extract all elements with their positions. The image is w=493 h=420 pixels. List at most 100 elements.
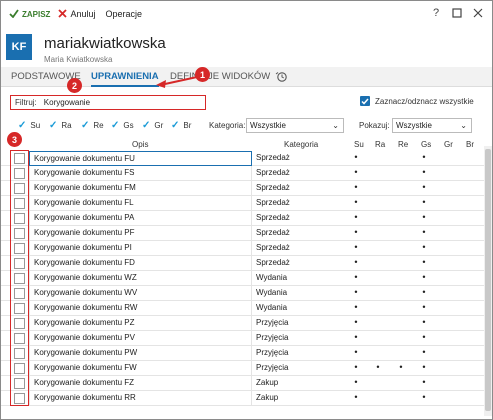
table-row[interactable]: Korygowanie dokumentu PI Sprzedaż • •: [1, 241, 484, 256]
cell-su[interactable]: •: [351, 226, 361, 241]
column-header-opis[interactable]: Opis: [132, 140, 148, 149]
save-button[interactable]: ZAPISZ: [9, 4, 50, 24]
cell-gr[interactable]: [442, 151, 452, 166]
operations-menu[interactable]: Operacje: [105, 4, 142, 24]
cell-gr[interactable]: [442, 361, 452, 376]
cell-gs[interactable]: •: [419, 286, 429, 301]
row-checkbox[interactable]: [14, 378, 25, 389]
cancel-button[interactable]: Anuluj: [58, 4, 95, 24]
table-row[interactable]: Korygowanie dokumentu RW Wydania • •: [1, 301, 484, 316]
cell-opis[interactable]: Korygowanie dokumentu PZ: [29, 316, 252, 331]
cell-gr[interactable]: [442, 331, 452, 346]
column-header-gs[interactable]: Gs: [421, 140, 431, 149]
cell-gr[interactable]: [442, 316, 452, 331]
cell-br[interactable]: [464, 346, 474, 361]
cell-su[interactable]: •: [351, 271, 361, 286]
cell-ra[interactable]: [373, 196, 383, 211]
row-checkbox[interactable]: [14, 393, 25, 404]
table-row[interactable]: Korygowanie dokumentu FW Przyjęcia • • • •: [1, 361, 484, 376]
column-header-gr[interactable]: Gr: [444, 140, 453, 149]
cell-gr[interactable]: [442, 376, 452, 391]
cell-su[interactable]: •: [351, 166, 361, 181]
cell-ra[interactable]: [373, 226, 383, 241]
cell-gr[interactable]: [442, 166, 452, 181]
table-row[interactable]: Korygowanie dokumentu PW Przyjęcia • •: [1, 346, 484, 361]
table-row[interactable]: Korygowanie dokumentu FD Sprzedaż • •: [1, 256, 484, 271]
flag-gs[interactable]: ✓ Gs: [111, 120, 134, 131]
cell-gr[interactable]: [442, 196, 452, 211]
cell-re[interactable]: [396, 226, 406, 241]
cell-br[interactable]: [464, 286, 474, 301]
cell-gs[interactable]: •: [419, 301, 429, 316]
cell-re[interactable]: [396, 271, 406, 286]
cell-su[interactable]: •: [351, 181, 361, 196]
cell-opis[interactable]: Korygowanie dokumentu PI: [29, 241, 252, 256]
maximize-button[interactable]: [450, 5, 464, 21]
cell-gs[interactable]: •: [419, 181, 429, 196]
flag-br[interactable]: ✓ Br: [171, 120, 191, 131]
cell-su[interactable]: •: [351, 151, 361, 166]
row-checkbox[interactable]: [14, 273, 25, 284]
cell-opis[interactable]: Korygowanie dokumentu PF: [29, 226, 252, 241]
cell-su[interactable]: •: [351, 196, 361, 211]
cell-gr[interactable]: [442, 286, 452, 301]
help-button[interactable]: ?: [429, 5, 443, 21]
cell-br[interactable]: [464, 166, 474, 181]
cell-ra[interactable]: [373, 256, 383, 271]
flag-su[interactable]: ✓ Su: [18, 120, 40, 131]
cell-re[interactable]: •: [396, 361, 406, 376]
cell-gr[interactable]: [442, 241, 452, 256]
table-row[interactable]: Korygowanie dokumentu WV Wydania • •: [1, 286, 484, 301]
cell-br[interactable]: [464, 211, 474, 226]
filter-input[interactable]: [43, 98, 184, 107]
row-checkbox[interactable]: [14, 348, 25, 359]
tab-uprawnienia[interactable]: UPRAWNIENIA: [91, 71, 159, 87]
cell-re[interactable]: [396, 376, 406, 391]
cell-su[interactable]: •: [351, 391, 361, 406]
cell-opis[interactable]: Korygowanie dokumentu FU: [29, 151, 252, 166]
cell-opis[interactable]: Korygowanie dokumentu RR: [29, 391, 252, 406]
cell-su[interactable]: •: [351, 211, 361, 226]
cell-br[interactable]: [464, 256, 474, 271]
cell-gr[interactable]: [442, 256, 452, 271]
cell-opis[interactable]: Korygowanie dokumentu FW: [29, 361, 252, 376]
table-row[interactable]: Korygowanie dokumentu FS Sprzedaż • •: [1, 166, 484, 181]
cell-su[interactable]: •: [351, 241, 361, 256]
cell-ra[interactable]: [373, 166, 383, 181]
cell-ra[interactable]: [373, 286, 383, 301]
cell-gs[interactable]: •: [419, 151, 429, 166]
cell-br[interactable]: [464, 226, 474, 241]
cell-opis[interactable]: Korygowanie dokumentu FD: [29, 256, 252, 271]
cell-su[interactable]: •: [351, 346, 361, 361]
cell-re[interactable]: [396, 346, 406, 361]
table-row[interactable]: Korygowanie dokumentu PV Przyjęcia • •: [1, 331, 484, 346]
cell-gr[interactable]: [442, 226, 452, 241]
cell-ra[interactable]: [373, 301, 383, 316]
row-checkbox[interactable]: [14, 363, 25, 374]
cell-su[interactable]: •: [351, 376, 361, 391]
cell-opis[interactable]: Korygowanie dokumentu FS: [29, 166, 252, 181]
cell-ra[interactable]: [373, 316, 383, 331]
cell-opis[interactable]: Korygowanie dokumentu PV: [29, 331, 252, 346]
cell-su[interactable]: •: [351, 301, 361, 316]
cell-opis[interactable]: Korygowanie dokumentu FL: [29, 196, 252, 211]
cell-ra[interactable]: [373, 181, 383, 196]
cell-ra[interactable]: [373, 151, 383, 166]
cell-br[interactable]: [464, 271, 474, 286]
cell-gr[interactable]: [442, 301, 452, 316]
cell-gs[interactable]: •: [419, 376, 429, 391]
flag-ra[interactable]: ✓ Ra: [49, 120, 72, 131]
cell-re[interactable]: [396, 241, 406, 256]
cell-gs[interactable]: •: [419, 211, 429, 226]
cell-su[interactable]: •: [351, 256, 361, 271]
cell-opis[interactable]: Korygowanie dokumentu WZ: [29, 271, 252, 286]
cell-br[interactable]: [464, 301, 474, 316]
column-header-re[interactable]: Re: [398, 140, 408, 149]
cell-re[interactable]: [396, 256, 406, 271]
cell-re[interactable]: [396, 286, 406, 301]
select-all-toggle[interactable]: Zaznacz/odznacz wszystkie: [360, 96, 474, 106]
cell-opis[interactable]: Korygowanie dokumentu RW: [29, 301, 252, 316]
vertical-scrollbar[interactable]: [484, 146, 492, 416]
show-select[interactable]: Wszystkie ⌄: [392, 118, 472, 133]
cell-gr[interactable]: [442, 211, 452, 226]
